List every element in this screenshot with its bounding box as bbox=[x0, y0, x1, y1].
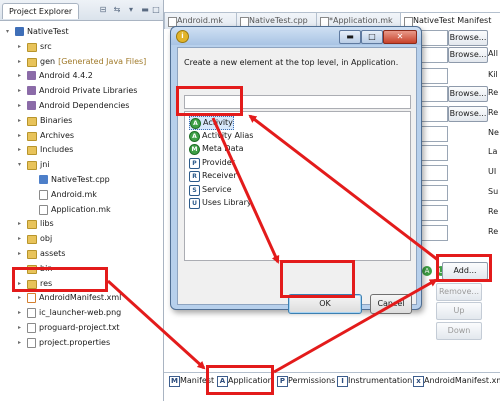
arrow-application-to-add bbox=[273, 278, 438, 374]
arrow-activity-to-ok bbox=[211, 117, 280, 264]
arrow-file-to-application bbox=[106, 279, 206, 370]
arrow-add-to-activity bbox=[248, 114, 439, 262]
annotation-arrows bbox=[106, 114, 439, 374]
